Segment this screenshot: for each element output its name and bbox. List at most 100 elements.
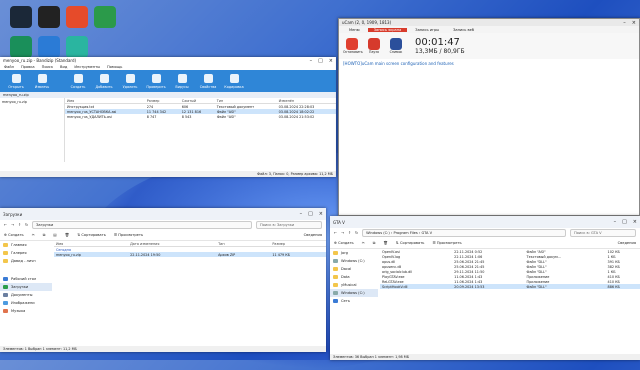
gta4-icon[interactable]	[38, 6, 60, 28]
howto-link[interactable]: [HOWTO]uCam main screen configuration an…	[343, 61, 454, 66]
table-row[interactable]: menyoo_ru.zip 22.11.2024 19:50 Архив ZIP…	[54, 252, 326, 257]
nav-item[interactable]: yMusical	[330, 281, 378, 289]
extract-button[interactable]: Извлечь	[29, 70, 55, 92]
back-icon[interactable]: ←	[4, 223, 7, 227]
table-row[interactable]: ScriptHookV.dll 20.09.2024 13:53 Файл "DLL…	[380, 284, 640, 289]
photo-icon[interactable]	[38, 36, 60, 58]
snapshot-button[interactable]: Снимок	[387, 38, 405, 54]
new-button[interactable]: ⊕ Создать	[334, 241, 354, 245]
ucam-controls: Остановить Пауза Снимок 00:01:47 13,3МБ …	[339, 33, 639, 59]
search-input[interactable]: Поиск в: GTA V	[570, 229, 636, 237]
cut-icon[interactable]: ✂	[362, 241, 365, 245]
nav-item[interactable]: Data	[330, 273, 378, 281]
stop-button[interactable]: Остановить	[343, 38, 363, 54]
sort-button[interactable]: ⇅ Сортировать	[396, 241, 425, 245]
nav-desktop[interactable]: Рабочий стол	[0, 275, 52, 283]
nav-home[interactable]: Главная	[0, 241, 52, 249]
tab-game-record[interactable]: Запись игры	[409, 28, 445, 32]
address-box[interactable]: Windows (C:) › Program Files › GTA V	[362, 229, 566, 237]
close-icon[interactable]: ×	[633, 219, 637, 225]
details-button[interactable]: Сведения	[618, 241, 636, 245]
new-button[interactable]: ⊕ Создать	[4, 233, 24, 237]
minimize-icon[interactable]: –	[623, 20, 626, 26]
maximize-icon[interactable]: □	[622, 219, 627, 225]
downloads-window: Загрузки – □ × ← → ↑ ↻ Загрузки Поиск в: Загр…	[0, 208, 326, 352]
up-icon[interactable]: ↑	[348, 231, 351, 235]
cut-icon[interactable]: ✂	[32, 233, 35, 237]
close-icon[interactable]: ×	[319, 211, 323, 217]
view-button[interactable]: ☰ Просмотреть	[432, 241, 461, 245]
maximize-icon[interactable]: □	[308, 211, 313, 217]
nav-personal[interactable]: Давид - личн	[0, 257, 52, 265]
tree-item[interactable]: menyoo_ru.zip	[2, 100, 62, 104]
fire-icon[interactable]	[66, 6, 88, 28]
minimize-icon[interactable]: –	[310, 58, 313, 64]
menu-file[interactable]: Файл	[4, 65, 14, 69]
menu-search[interactable]: Поиск	[42, 65, 53, 69]
refresh-icon[interactable]: ↻	[25, 223, 28, 227]
search-input[interactable]: Поиск в: Загрузки	[256, 221, 322, 229]
sort-label: Сортировать	[81, 233, 106, 237]
nav-item[interactable]: Windows (C:)	[330, 289, 378, 297]
vice-city-icon[interactable]	[94, 6, 116, 28]
crumb-program-files[interactable]: Program Files	[394, 231, 418, 235]
properties-button[interactable]: Свойства	[195, 70, 221, 92]
open-button[interactable]: Открыть	[3, 70, 29, 92]
copy-icon[interactable]: ⧉	[43, 233, 46, 237]
close-icon[interactable]: ×	[632, 20, 636, 26]
downloads-status: Элементов: 1 Выбран 1 элемент: 11,2 МБ	[0, 346, 326, 352]
up-icon[interactable]: ↑	[18, 223, 21, 227]
cell-date: 22.11.2024 19:50	[128, 252, 217, 257]
new-button[interactable]: Создать	[65, 70, 91, 92]
refresh-icon[interactable]: ↻	[355, 231, 358, 235]
sort-button[interactable]: ⇅ Сортировать	[77, 233, 106, 237]
crumb-gta[interactable]: GTA V	[421, 231, 432, 235]
tab-web-record[interactable]: Запись веб	[447, 28, 480, 32]
nav-music[interactable]: Музыка	[0, 307, 52, 315]
gamepad-icon[interactable]	[66, 36, 88, 58]
menu-help[interactable]: Помощь	[107, 65, 122, 69]
tab-menu[interactable]: Меню	[343, 28, 366, 32]
menu-edit[interactable]: Правка	[21, 65, 35, 69]
ucam-tabs: Меню Запись экрана Запись игры Запись ве…	[339, 26, 639, 33]
delete-icon[interactable]: 🗑	[383, 241, 388, 245]
downloads-nav: Главная Галерея Давид - личн Рабочий сто…	[0, 241, 52, 345]
close-icon[interactable]: ×	[329, 58, 333, 64]
nav-item[interactable]: Jorg	[330, 249, 378, 257]
tab-screen-record[interactable]: Запись экрана	[367, 27, 408, 32]
menu-view[interactable]: Вид	[60, 65, 67, 69]
delete-button[interactable]: Удалить	[117, 70, 143, 92]
copy-icon[interactable]: ⧉	[373, 241, 376, 245]
minimize-icon[interactable]: –	[300, 211, 303, 217]
gta-window: GTA V – □ × ← → ↑ ↻ Windows (C:) › Program Fi…	[330, 216, 640, 360]
maximize-icon[interactable]: □	[318, 58, 323, 64]
nav-downloads[interactable]: Загрузки	[0, 283, 52, 291]
test-label: Проверить	[146, 84, 166, 89]
pause-button[interactable]: Пауза	[365, 38, 383, 54]
forward-icon[interactable]: →	[11, 223, 14, 227]
add-button[interactable]: Добавить	[91, 70, 117, 92]
table-row[interactable]: menyoo_rus_УДАЛИТЬ.asi 8 747 8 543 Файл …	[65, 114, 336, 119]
paste-icon[interactable]: ▤	[53, 233, 56, 237]
nav-pictures[interactable]: Изображени	[0, 299, 52, 307]
encoding-button[interactable]: Кодировка	[221, 70, 247, 92]
details-button[interactable]: Сведения	[304, 233, 322, 237]
address-box[interactable]: Загрузки	[32, 221, 252, 229]
crumb-drive[interactable]: Windows (C:)	[366, 231, 390, 235]
nav-item[interactable]: Сеть	[330, 297, 378, 305]
menu-tools[interactable]: Инструменты	[74, 65, 100, 69]
nav-item[interactable]: Windows (C:)	[330, 257, 378, 265]
nav-gallery[interactable]: Галерея	[0, 249, 52, 257]
test-button[interactable]: Проверить	[143, 70, 169, 92]
steam-icon[interactable]	[10, 6, 32, 28]
karaoke-icon[interactable]	[10, 36, 32, 58]
nav-item[interactable]: Dacal	[330, 265, 378, 273]
back-icon[interactable]: ←	[334, 231, 337, 235]
minimize-icon[interactable]: –	[614, 219, 617, 225]
forward-icon[interactable]: →	[341, 231, 344, 235]
table-row[interactable]: menyoo_rus_УСТАНОВКА.asi 11 744 342 12 1…	[65, 109, 336, 114]
virus-button[interactable]: Вирусы	[169, 70, 195, 92]
delete-icon[interactable]: 🗑	[65, 233, 70, 237]
nav-documents[interactable]: Документы	[0, 291, 52, 299]
view-button[interactable]: ☰ Просмотреть	[114, 233, 143, 237]
